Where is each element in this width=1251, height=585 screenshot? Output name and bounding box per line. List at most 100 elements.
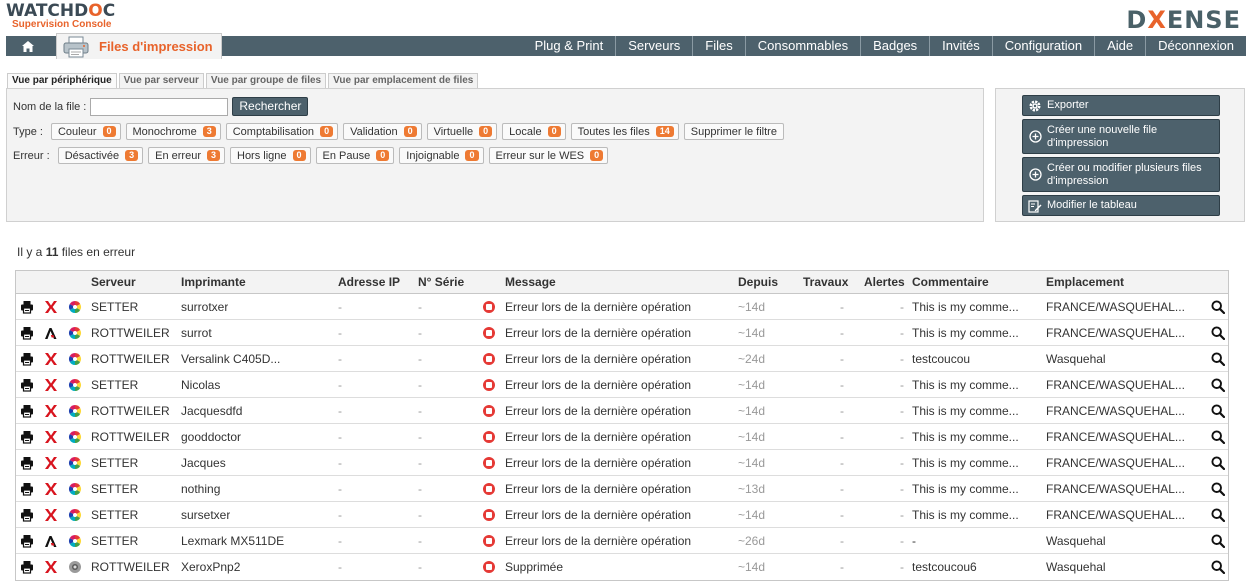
header: WATCHDOC Supervision Console DXENSE: [0, 0, 1251, 36]
chip-label: Hors ligne: [237, 149, 287, 162]
tab-print-queues[interactable]: Files d'impression: [56, 33, 222, 59]
cell-serial: -: [418, 508, 422, 522]
lexmark-logo-icon: [44, 534, 58, 548]
col-alerts-header[interactable]: Alertes: [864, 271, 905, 294]
col-since-header[interactable]: Depuis: [738, 271, 778, 294]
table-row[interactable]: ROTTWEILER Jacquesdfd - - Erreur lors de la …: [16, 398, 1228, 424]
error-status-icon: [483, 561, 495, 573]
printer-icon: [20, 378, 34, 392]
nav-item-d-connexion[interactable]: Déconnexion: [1145, 36, 1246, 56]
search-icon[interactable]: [1211, 352, 1226, 367]
cell-ip: -: [338, 456, 342, 470]
xerox-logo-icon: [44, 456, 58, 470]
table-row[interactable]: ROTTWEILER surrot - - Erreur lors de la dern…: [16, 320, 1228, 346]
error-filter-chip[interactable]: Injoignable 0: [399, 147, 484, 164]
col-serial-header[interactable]: N° Série: [418, 271, 464, 294]
type-filter-chip[interactable]: Comptabilisation 0: [225, 123, 339, 140]
view-tab-2[interactable]: Vue par groupe de files: [205, 73, 327, 88]
cell-server: SETTER: [91, 456, 139, 470]
view-tab-1[interactable]: Vue par serveur: [118, 73, 204, 88]
nav-item-invit-s[interactable]: Invités: [929, 36, 992, 56]
type-filter-chip[interactable]: Monochrome 3: [125, 123, 221, 140]
create-queue-button[interactable]: Créer une nouvelle file d'impression: [1022, 119, 1220, 154]
count-badge: 3: [206, 150, 220, 161]
nav-item-serveurs[interactable]: Serveurs: [615, 36, 692, 56]
nav-item-plug-print[interactable]: Plug & Print: [523, 36, 616, 56]
home-button[interactable]: [6, 36, 50, 56]
nav-item-aide[interactable]: Aide: [1094, 36, 1145, 56]
type-filter-chip[interactable]: Couleur 0: [50, 123, 121, 140]
create-multi-button[interactable]: Créer ou modifier plusieurs files d'impr…: [1022, 157, 1220, 192]
cell-alerts: -: [900, 404, 904, 418]
table-row[interactable]: SETTER Jacques - - Erreur lors de la dernièr…: [16, 450, 1228, 476]
count-badge: 0: [102, 126, 116, 137]
cell-since: ~14d: [738, 404, 766, 418]
queue-name-input[interactable]: [90, 97, 229, 116]
table-row[interactable]: SETTER Lexmark MX511DE - - Erreur lors de la…: [16, 528, 1228, 554]
edit-table-button[interactable]: Modifier le tableau: [1022, 195, 1220, 216]
logo-text-o: O: [88, 1, 103, 21]
col-jobs-header[interactable]: Travaux: [803, 271, 848, 294]
error-filter-chip[interactable]: Désactivée 3: [57, 147, 144, 164]
col-message-header[interactable]: Message: [505, 271, 556, 294]
error-filter-chip[interactable]: Erreur sur le WES 0: [488, 147, 609, 164]
table-row[interactable]: ROTTWEILER gooddoctor - - Erreur lors de la …: [16, 424, 1228, 450]
view-tab-3[interactable]: Vue par emplacement de files: [328, 73, 479, 88]
chip-label: Désactivée: [64, 149, 120, 162]
search-icon[interactable]: [1211, 482, 1226, 497]
search-icon[interactable]: [1211, 430, 1226, 445]
nav-item-configuration[interactable]: Configuration: [991, 36, 1094, 56]
search-icon[interactable]: [1211, 404, 1226, 419]
table-row[interactable]: ROTTWEILER Versalink C405D... - - Erreur lor…: [16, 346, 1228, 372]
cell-printer: sursetxer: [181, 508, 231, 522]
search-icon[interactable]: [1211, 378, 1226, 393]
cell-location: Wasquehal: [1046, 534, 1106, 548]
col-printer-header[interactable]: Imprimante: [181, 271, 246, 294]
table-row[interactable]: SETTER nothing - - Erreur lors de la dernièr…: [16, 476, 1228, 502]
chip-label: En erreur: [155, 149, 201, 162]
error-filter-chip[interactable]: Hors ligne 0: [230, 147, 311, 164]
cell-printer: Jacquesdfd: [181, 404, 243, 418]
cell-printer: gooddoctor: [181, 430, 242, 444]
nav-item-files[interactable]: Files: [692, 36, 744, 56]
chip-label: Monochrome: [132, 125, 197, 138]
nav-item-consommables[interactable]: Consommables: [744, 36, 860, 56]
search-icon[interactable]: [1211, 300, 1226, 315]
search-icon[interactable]: [1211, 534, 1226, 549]
chip-label: Validation: [350, 125, 398, 138]
search-button[interactable]: Rechercher: [232, 97, 309, 116]
view-tab-0[interactable]: Vue par périphérique: [7, 73, 117, 88]
cell-since: ~14d: [738, 326, 766, 340]
search-icon[interactable]: [1211, 508, 1226, 523]
logo-text-end: C: [102, 1, 116, 21]
table-row[interactable]: SETTER sursetxer - - Erreur lors de la derni…: [16, 502, 1228, 528]
cell-server: SETTER: [91, 534, 139, 548]
cell-location: FRANCE/WASQUEHAL...: [1046, 378, 1185, 392]
monochrome-icon: [68, 560, 82, 574]
cell-ip: -: [338, 378, 342, 392]
count-badge: 14: [655, 126, 674, 137]
cell-location: Wasquehal: [1046, 560, 1106, 574]
search-icon[interactable]: [1211, 326, 1226, 341]
printer-icon: [63, 36, 89, 57]
search-icon[interactable]: [1211, 456, 1226, 471]
type-filter-chip[interactable]: Locale 0: [502, 123, 566, 140]
col-location-header[interactable]: Emplacement: [1046, 271, 1124, 294]
col-ip-header[interactable]: Adresse IP: [338, 271, 400, 294]
export-button[interactable]: Exporter: [1022, 95, 1220, 116]
search-icon[interactable]: [1211, 560, 1226, 575]
error-filter-chip[interactable]: En Pause 0: [315, 147, 395, 164]
type-filter-chip[interactable]: Toutes les files 14: [570, 123, 679, 140]
table-row[interactable]: SETTER surrotxer - - Erreur lors de la derni…: [16, 294, 1228, 320]
type-filter-chip[interactable]: Virtuelle 0: [426, 123, 498, 140]
clear-filter-button[interactable]: Supprimer le filtre: [683, 123, 784, 140]
col-comment-header[interactable]: Commentaire: [912, 271, 989, 294]
watchdoc-logo[interactable]: WATCHDOC Supervision Console: [6, 2, 115, 30]
cell-jobs: -: [840, 378, 844, 392]
error-filter-chip[interactable]: En erreur 3: [148, 147, 225, 164]
nav-item-badges[interactable]: Badges: [860, 36, 929, 56]
col-server-header[interactable]: Serveur: [91, 271, 136, 294]
type-filter-chip[interactable]: Validation 0: [343, 123, 422, 140]
table-row[interactable]: ROTTWEILER XeroxPnp2- - Supprimée ~14d - - test…: [16, 554, 1228, 580]
table-row[interactable]: SETTER Nicolas - - Erreur lors de la dernièr…: [16, 372, 1228, 398]
